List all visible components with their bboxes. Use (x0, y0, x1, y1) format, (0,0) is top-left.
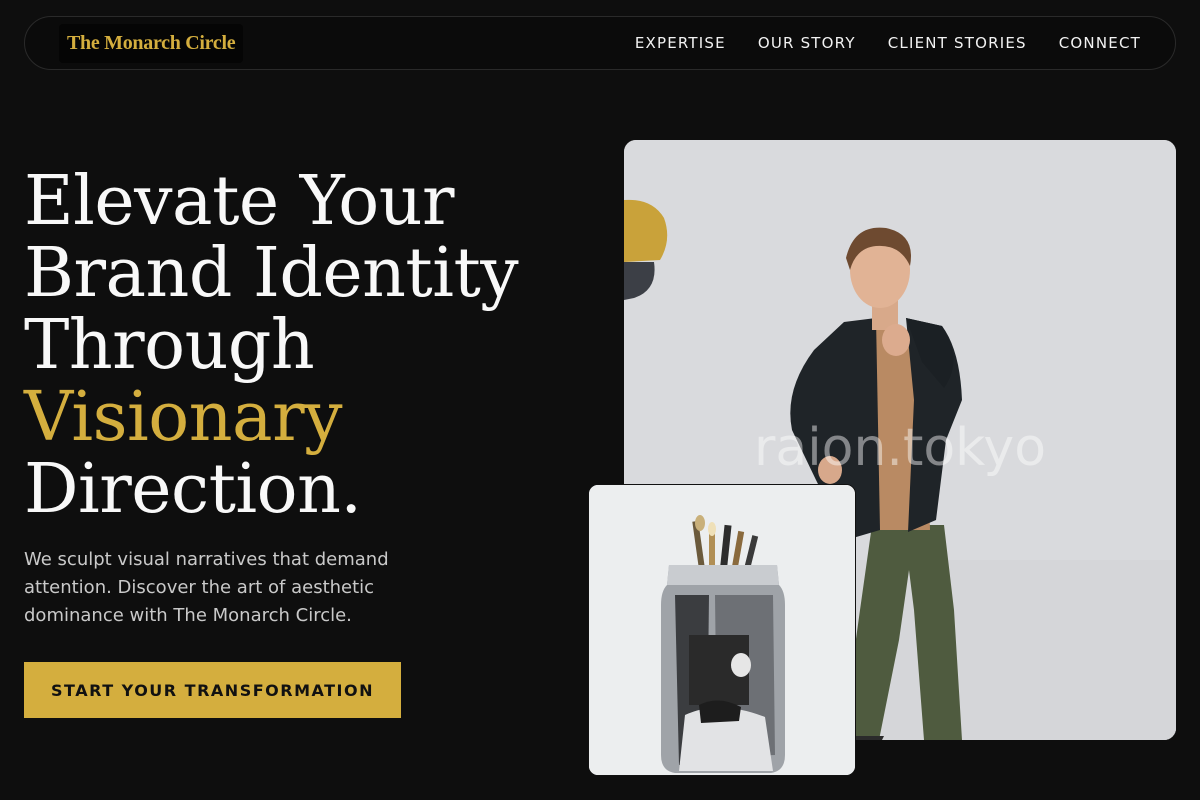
brand-logo[interactable]: The Monarch Circle (59, 23, 244, 63)
nav-link-expertise[interactable]: EXPERTISE (635, 34, 726, 52)
nav-link-client-stories[interactable]: CLIENT STORIES (888, 34, 1027, 52)
brush-jar-illustration (589, 485, 855, 775)
hero-title-line-1: Elevate Your (24, 162, 455, 241)
hero-title: Elevate Your Brand Identity Through Visi… (24, 166, 544, 526)
nav-link-our-story[interactable]: OUR STORY (758, 34, 856, 52)
image-watermark: raion.tokyo (753, 418, 1047, 478)
hero-title-line-2: Brand Identity (24, 234, 519, 313)
hero-title-line-5: Direction. (24, 450, 362, 529)
brush-jar-photo (588, 484, 856, 776)
hero-subtitle: We sculpt visual narratives that demand … (24, 549, 389, 626)
page: The Monarch Circle EXPERTISE OUR STORY C… (0, 0, 1200, 800)
top-navigation: The Monarch Circle EXPERTISE OUR STORY C… (24, 16, 1176, 70)
nav-link-connect[interactable]: CONNECT (1059, 34, 1141, 52)
nav-links: EXPERTISE OUR STORY CLIENT STORIES CONNE… (635, 34, 1141, 52)
hero-title-line-3: Through (24, 306, 315, 385)
hero-title-highlight: Visionary (24, 378, 343, 457)
start-transformation-button[interactable]: START YOUR TRANSFORMATION (24, 662, 401, 718)
